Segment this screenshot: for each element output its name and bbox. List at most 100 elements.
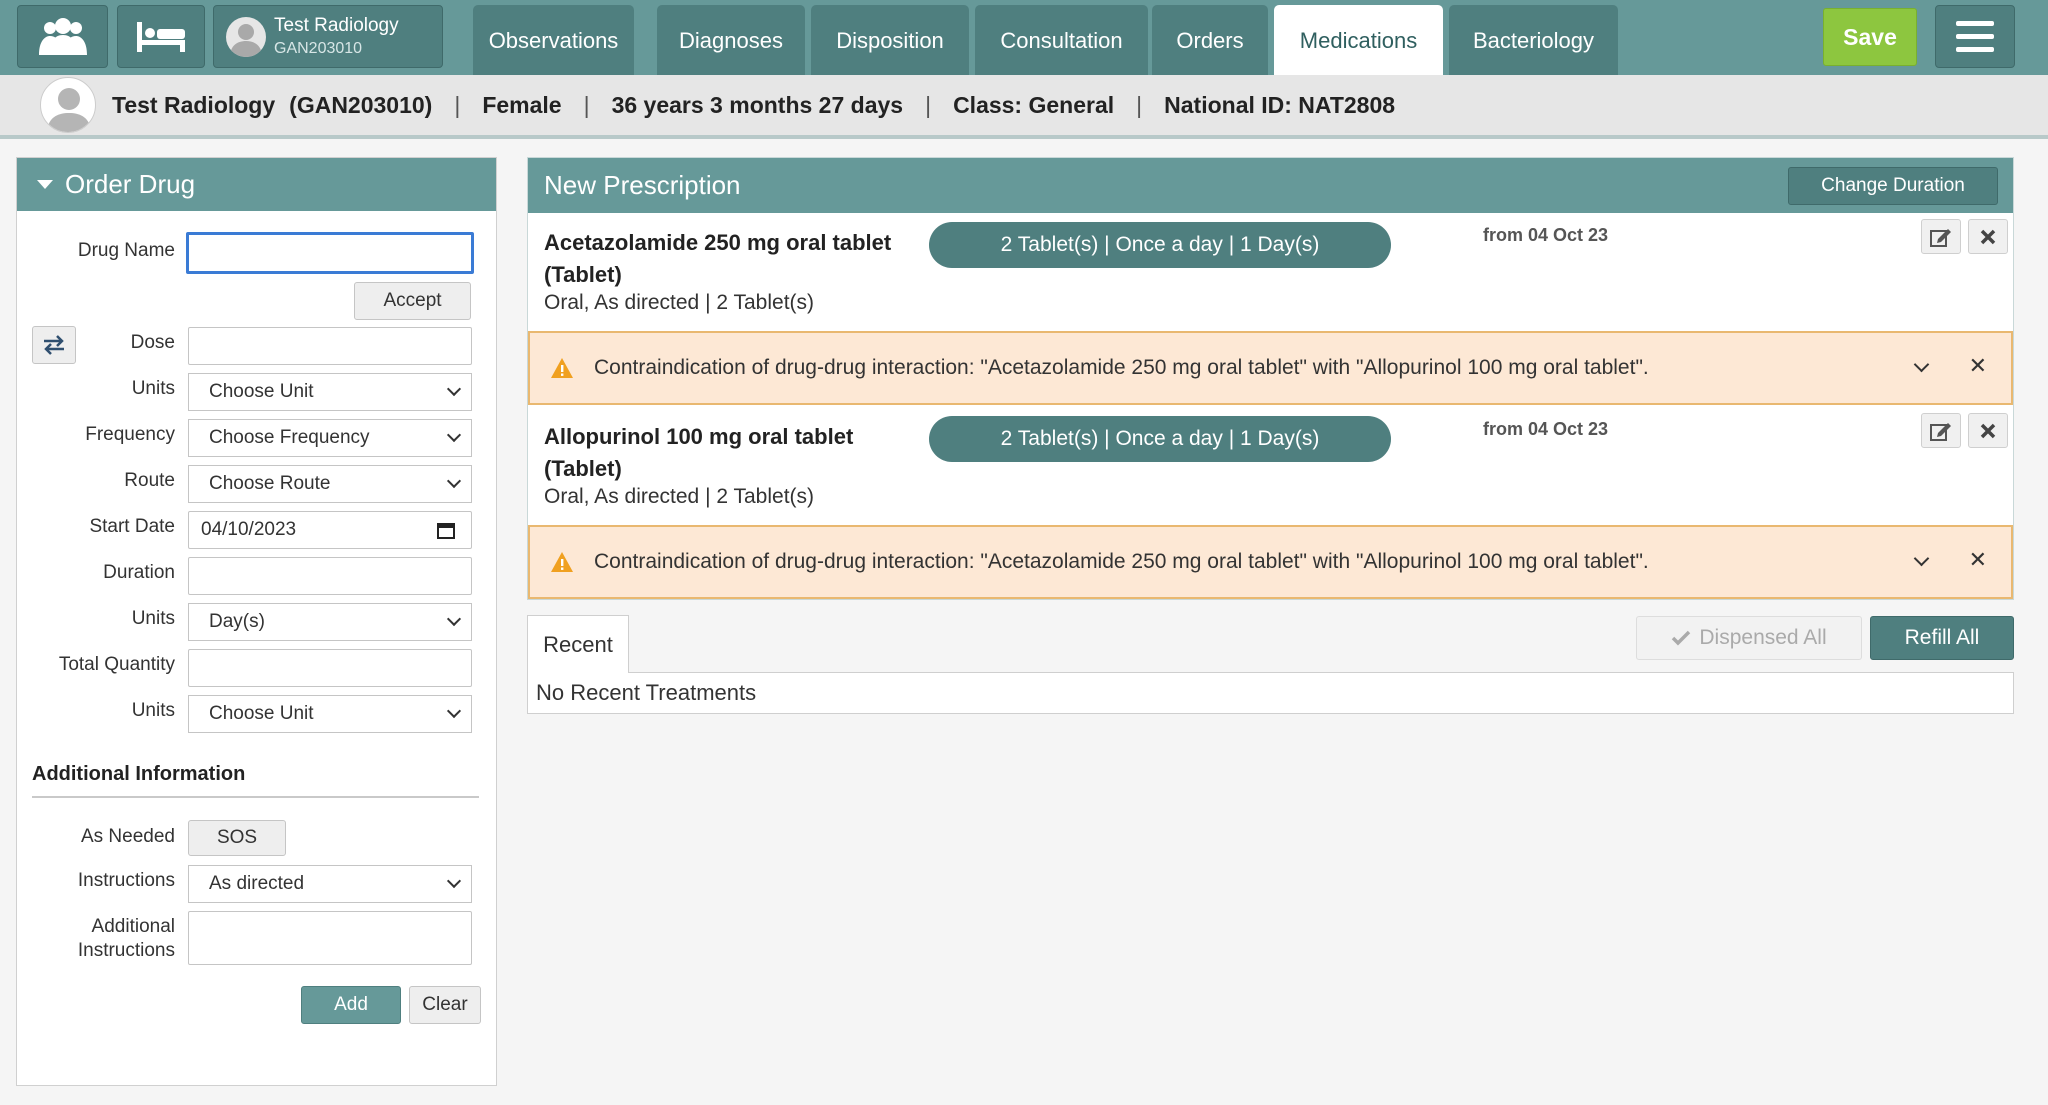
current-patient-chip[interactable]: Test Radiology GAN203010	[213, 5, 443, 68]
remove-button[interactable]	[1968, 413, 2008, 448]
route-summary: Oral, As directed | 2 Tablet(s)	[544, 485, 815, 508]
info-patient-id: (GAN203010)	[289, 91, 433, 118]
clear-button[interactable]: Clear	[409, 986, 481, 1024]
chevron-down-icon	[446, 473, 462, 489]
interaction-alert: Contraindication of drug-drug interactio…	[528, 525, 2013, 599]
quantity-units-select[interactable]: Choose Unit	[188, 695, 472, 733]
info-gender: Female	[482, 91, 562, 118]
tab-medications[interactable]: Medications	[1274, 5, 1443, 76]
quantity-units-label: Units	[131, 700, 175, 721]
duration-units-label: Units	[131, 608, 175, 629]
patient-avatar-icon	[40, 77, 96, 133]
warning-icon	[550, 357, 576, 379]
info-class: Class: General	[953, 91, 1115, 118]
patient-chip-id: GAN203010	[274, 39, 363, 57]
duration-label: Duration	[103, 562, 175, 583]
route-select[interactable]: Choose Route	[188, 465, 472, 503]
instructions-select[interactable]: As directed	[188, 865, 472, 903]
patients-icon	[38, 17, 87, 55]
checkmark-icon	[1672, 630, 1691, 646]
duration-units-value: Day(s)	[209, 611, 265, 632]
tab-recent[interactable]: Recent	[527, 615, 629, 673]
info-national-id: National ID: NAT2808	[1164, 91, 1396, 118]
route-value: Choose Route	[209, 473, 331, 494]
close-icon	[1980, 423, 1996, 438]
calendar-icon[interactable]	[437, 521, 455, 539]
swap-arrows-icon	[44, 335, 64, 355]
top-header: Test Radiology GAN203010 Observations Di…	[0, 0, 2048, 76]
quantity-units-value: Choose Unit	[209, 703, 314, 724]
change-duration-button[interactable]: Change Duration	[1788, 167, 1998, 205]
chevron-down-icon	[446, 703, 462, 719]
add-button[interactable]: Add	[301, 986, 401, 1024]
refill-all-button[interactable]: Refill All	[1870, 616, 2014, 660]
drug-name-line1: Allopurinol 100 mg oral tablet	[544, 424, 854, 449]
close-icon[interactable]: ✕	[1969, 353, 1987, 379]
edit-icon	[1930, 422, 1951, 441]
chevron-down-icon	[446, 611, 462, 627]
total-quantity-label: Total Quantity	[58, 654, 175, 675]
save-button[interactable]: Save	[1823, 8, 1917, 66]
order-drug-panel: Order Drug Drug Name Accept Dose Units C…	[16, 157, 497, 1086]
additional-information-heading: Additional Information	[32, 763, 246, 785]
interaction-alert: Contraindication of drug-drug interactio…	[528, 331, 2013, 405]
swap-dose-mode-button[interactable]	[32, 326, 76, 364]
new-prescription-title: New Prescription	[544, 170, 741, 200]
sos-toggle-button[interactable]: SOS	[188, 820, 286, 856]
bed-icon	[137, 21, 185, 52]
additional-instructions-label-line1: Additional	[91, 916, 175, 937]
route-summary: Oral, As directed | 2 Tablet(s)	[544, 291, 815, 314]
patients-button[interactable]	[17, 5, 108, 68]
recent-empty-message: No Recent Treatments	[527, 672, 2014, 714]
accept-button[interactable]: Accept	[354, 282, 471, 320]
drug-form: (Tablet)	[544, 456, 622, 481]
prescription-row[interactable]: Allopurinol 100 mg oral tablet (Tablet) …	[528, 407, 2013, 525]
close-icon[interactable]: ✕	[1969, 547, 1987, 573]
edit-icon	[1930, 228, 1951, 247]
chevron-down-icon[interactable]	[1913, 356, 1930, 373]
instructions-value: As directed	[209, 873, 305, 894]
dose-units-select[interactable]: Choose Unit	[188, 373, 472, 411]
start-date-value: 04/10/2023	[201, 519, 297, 540]
frequency-label: Frequency	[85, 424, 175, 445]
bed-button[interactable]	[117, 5, 205, 68]
new-prescription-panel: New Prescription Change Duration Acetazo…	[527, 157, 2014, 600]
frequency-select[interactable]: Choose Frequency	[188, 419, 472, 457]
tab-observations[interactable]: Observations	[473, 5, 634, 76]
dispensed-all-button[interactable]: Dispensed All	[1636, 616, 1862, 660]
drug-form: (Tablet)	[544, 262, 622, 287]
tab-diagnoses[interactable]: Diagnoses	[657, 5, 805, 76]
start-date-input[interactable]: 04/10/2023	[188, 511, 472, 549]
dosage-summary-pill: 2 Tablet(s) | Once a day | 1 Day(s)	[929, 222, 1391, 268]
section-divider	[32, 796, 479, 798]
dose-input[interactable]	[188, 327, 472, 365]
total-quantity-input[interactable]	[188, 649, 472, 687]
frequency-value: Choose Frequency	[209, 427, 370, 448]
interaction-alert-message: Contraindication of drug-drug interactio…	[594, 550, 1649, 573]
instructions-label: Instructions	[77, 870, 175, 891]
edit-button[interactable]	[1921, 413, 1961, 448]
hamburger-menu-icon[interactable]	[1935, 5, 2015, 68]
patient-info-bar: Test Radiology (GAN203010) | Female | 36…	[0, 75, 2048, 139]
additional-instructions-label-line2: Instructions	[77, 940, 175, 961]
dose-label: Dose	[130, 332, 175, 353]
edit-button[interactable]	[1921, 219, 1961, 254]
additional-instructions-textarea[interactable]	[188, 911, 472, 965]
dispensed-all-label: Dispensed All	[1699, 626, 1827, 649]
tab-consultation[interactable]: Consultation	[975, 5, 1148, 76]
duration-input[interactable]	[188, 557, 472, 595]
route-label: Route	[124, 470, 175, 491]
remove-button[interactable]	[1968, 219, 2008, 254]
drug-name: Acetazolamide 250 mg oral tablet (Tablet…	[544, 227, 924, 291]
close-icon	[1980, 229, 1996, 244]
chevron-down-icon[interactable]	[1913, 550, 1930, 567]
tab-orders[interactable]: Orders	[1152, 5, 1268, 76]
tab-bacteriology[interactable]: Bacteriology	[1449, 5, 1618, 76]
start-date-text: from 04 Oct 23	[1483, 419, 1609, 439]
dose-units-label: Units	[131, 378, 175, 399]
drug-name-input[interactable]	[186, 232, 474, 274]
prescription-row[interactable]: Acetazolamide 250 mg oral tablet (Tablet…	[528, 213, 2013, 331]
duration-units-select[interactable]: Day(s)	[188, 603, 472, 641]
tab-disposition[interactable]: Disposition	[811, 5, 969, 76]
drug-name-label: Drug Name	[77, 240, 175, 261]
